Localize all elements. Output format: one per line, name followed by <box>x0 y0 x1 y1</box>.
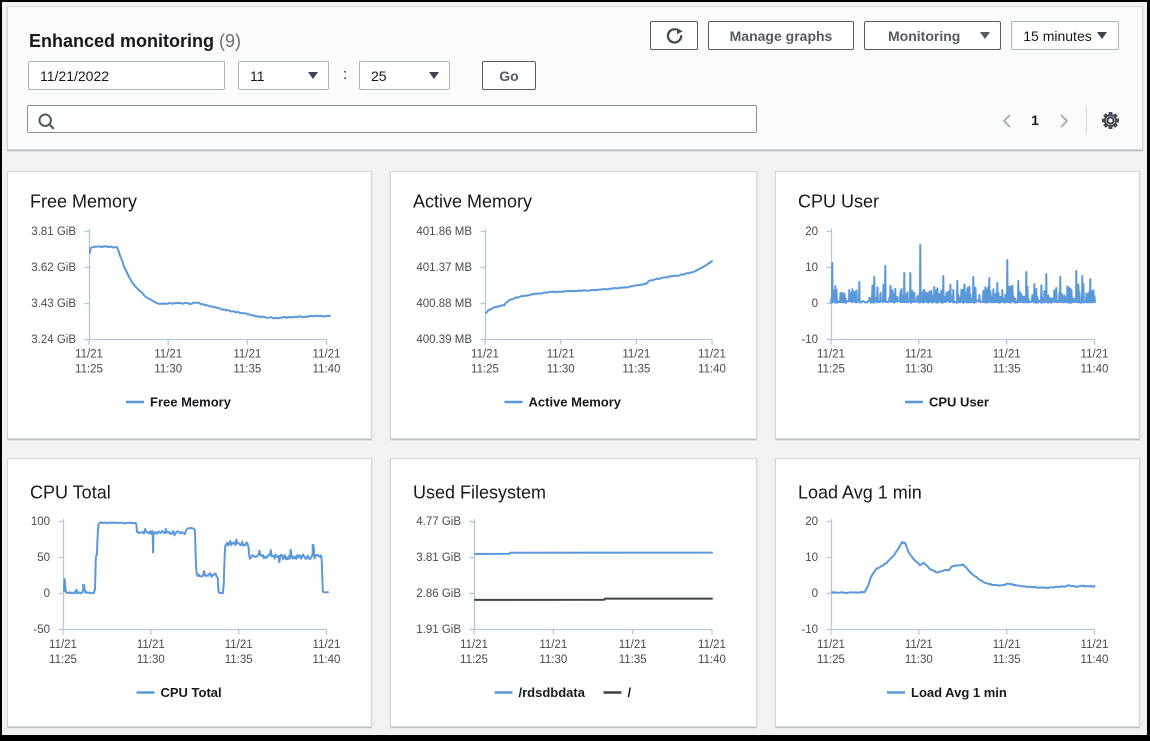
svg-text:11/21: 11/21 <box>698 349 726 361</box>
svg-text:10: 10 <box>805 262 818 274</box>
svg-text:11/21: 11/21 <box>313 349 341 361</box>
svg-text:11/21: 11/21 <box>547 349 575 361</box>
svg-text:11:30: 11:30 <box>539 654 567 666</box>
svg-text:11:25: 11:25 <box>75 364 103 376</box>
svg-text:11/21: 11/21 <box>905 349 933 361</box>
svg-text:11:40: 11:40 <box>1081 364 1109 376</box>
svg-text:11/21: 11/21 <box>622 349 650 361</box>
svg-text:-10: -10 <box>801 334 818 346</box>
svg-text:11:40: 11:40 <box>698 364 726 376</box>
svg-text:11/21: 11/21 <box>817 639 845 651</box>
svg-text:CPU User: CPU User <box>798 192 879 212</box>
svg-text:11:40: 11:40 <box>1081 654 1109 666</box>
svg-text:Load Avg 1 min: Load Avg 1 min <box>911 685 1007 700</box>
svg-text:11:35: 11:35 <box>233 364 261 376</box>
svg-text:Used Filesystem: Used Filesystem <box>413 483 546 503</box>
svg-text:11/21: 11/21 <box>539 639 567 651</box>
svg-text:11:30: 11:30 <box>137 654 165 666</box>
svg-text:11:25: 11:25 <box>471 364 499 376</box>
svg-text:20: 20 <box>805 516 818 528</box>
svg-text:11/21: 11/21 <box>154 349 182 361</box>
svg-text:401.86 MB: 401.86 MB <box>416 226 472 238</box>
svg-text:0: 0 <box>812 298 818 310</box>
svg-text:11/21: 11/21 <box>817 349 845 361</box>
svg-text:1.91 GiB: 1.91 GiB <box>416 624 461 636</box>
svg-text:11/21: 11/21 <box>75 349 103 361</box>
svg-text:11/21: 11/21 <box>233 349 261 361</box>
svg-text:0: 0 <box>44 588 50 600</box>
svg-text:11/21: 11/21 <box>137 639 165 651</box>
svg-text:11/21: 11/21 <box>1081 639 1109 651</box>
svg-text:0: 0 <box>812 588 818 600</box>
svg-text:11:40: 11:40 <box>313 654 341 666</box>
svg-text:11:35: 11:35 <box>225 654 253 666</box>
svg-text:Active Memory: Active Memory <box>413 192 532 212</box>
svg-text:Free Memory: Free Memory <box>150 395 232 410</box>
svg-text:3.81 GiB: 3.81 GiB <box>31 226 76 238</box>
svg-text:11:40: 11:40 <box>698 654 726 666</box>
svg-text:11:30: 11:30 <box>905 654 933 666</box>
svg-text:401.37 MB: 401.37 MB <box>416 262 472 274</box>
svg-text:11/21: 11/21 <box>225 639 253 651</box>
svg-text:11:25: 11:25 <box>817 364 845 376</box>
svg-text:Load Avg 1 min: Load Avg 1 min <box>798 483 922 503</box>
svg-text:11:35: 11:35 <box>993 654 1021 666</box>
svg-text:11/21: 11/21 <box>460 639 488 651</box>
svg-text:20: 20 <box>805 226 818 238</box>
svg-text:-10: -10 <box>801 624 818 636</box>
svg-text:3.62 GiB: 3.62 GiB <box>31 262 76 274</box>
svg-text:50: 50 <box>37 552 50 564</box>
svg-text:-50: -50 <box>33 624 50 636</box>
svg-text:11:30: 11:30 <box>154 364 182 376</box>
svg-text:11:35: 11:35 <box>622 364 650 376</box>
svg-text:11/21: 11/21 <box>905 639 933 651</box>
svg-text:4.77 GiB: 4.77 GiB <box>416 516 461 528</box>
svg-text:3.24 GiB: 3.24 GiB <box>31 334 76 346</box>
svg-text:100: 100 <box>31 516 50 528</box>
svg-text:/: / <box>628 685 632 700</box>
svg-text:11:35: 11:35 <box>993 364 1021 376</box>
svg-text:11:40: 11:40 <box>313 364 341 376</box>
svg-text:11/21: 11/21 <box>1081 349 1109 361</box>
svg-text:2.86 GiB: 2.86 GiB <box>416 588 461 600</box>
svg-text:11/21: 11/21 <box>619 639 647 651</box>
svg-text:Free Memory: Free Memory <box>30 192 137 212</box>
svg-text:11:25: 11:25 <box>460 654 488 666</box>
svg-text:Active Memory: Active Memory <box>529 395 622 410</box>
svg-text:11:35: 11:35 <box>619 654 647 666</box>
svg-text:CPU Total: CPU Total <box>30 483 111 503</box>
svg-text:11/21: 11/21 <box>698 639 726 651</box>
svg-text:11:30: 11:30 <box>547 364 575 376</box>
svg-text:/rdsdbdata: /rdsdbdata <box>519 685 586 700</box>
svg-text:11:25: 11:25 <box>49 654 77 666</box>
svg-text:CPU Total: CPU Total <box>161 685 222 700</box>
svg-text:CPU User: CPU User <box>929 395 989 410</box>
svg-text:11/21: 11/21 <box>313 639 341 651</box>
svg-text:11:30: 11:30 <box>905 364 933 376</box>
svg-text:11/21: 11/21 <box>471 349 499 361</box>
svg-text:11:25: 11:25 <box>817 654 845 666</box>
svg-text:3.43 GiB: 3.43 GiB <box>31 298 76 310</box>
svg-text:3.81 GiB: 3.81 GiB <box>416 552 461 564</box>
svg-text:400.88 MB: 400.88 MB <box>416 298 472 310</box>
svg-text:11/21: 11/21 <box>993 639 1021 651</box>
svg-text:11/21: 11/21 <box>49 639 77 651</box>
svg-text:11/21: 11/21 <box>993 349 1021 361</box>
svg-text:10: 10 <box>805 552 818 564</box>
svg-text:400.39 MB: 400.39 MB <box>416 334 472 346</box>
